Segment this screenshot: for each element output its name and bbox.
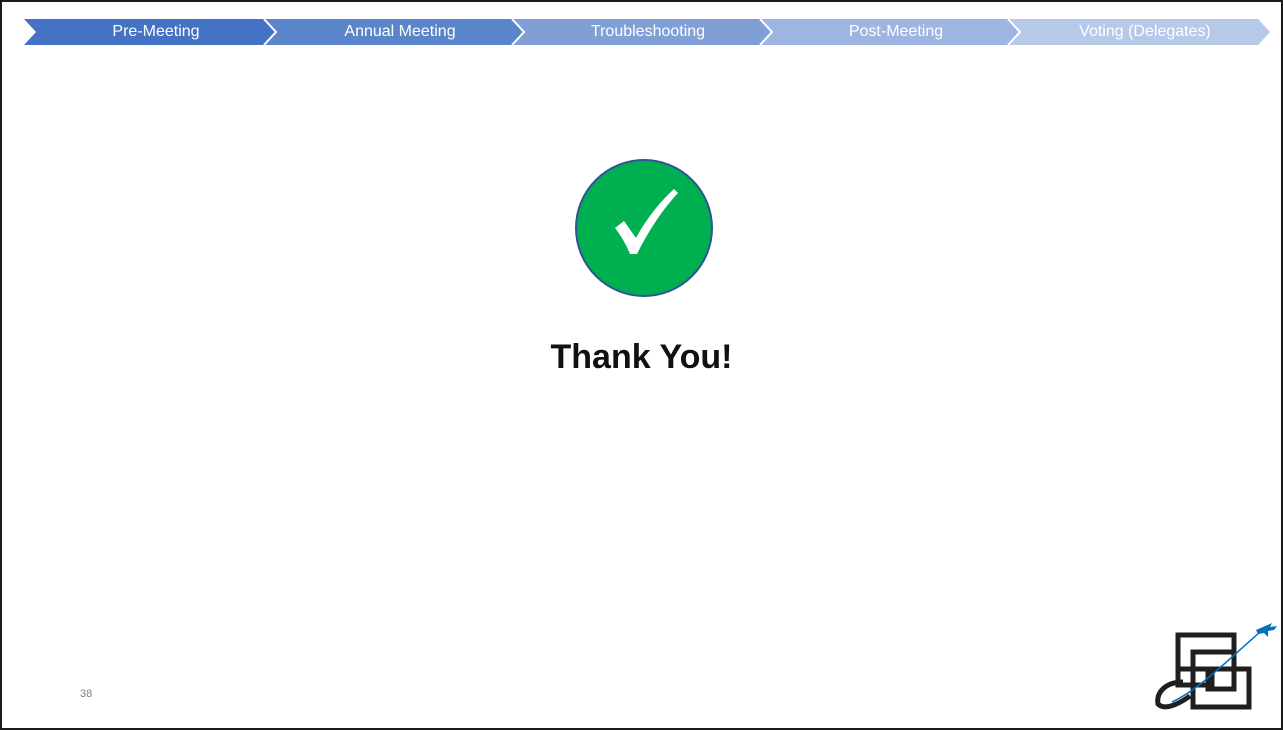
step-label-troubleshooting: Troubleshooting xyxy=(590,23,706,40)
step-label-post-meeting: Post-Meeting xyxy=(848,23,944,40)
brick-logo-with-airplane-icon xyxy=(1155,623,1277,710)
thank-you-heading: Thank You! xyxy=(550,338,733,376)
slide-number: 38 xyxy=(80,688,93,700)
process-step-bar: Pre-Meeting Annual Meeting Troubleshooti… xyxy=(2,2,1283,50)
step-label-voting: Voting (Delegates) xyxy=(1079,23,1211,40)
step-label-pre-meeting: Pre-Meeting xyxy=(112,23,200,40)
step-label-annual-meeting: Annual Meeting xyxy=(344,23,456,40)
slide: Pre-Meeting Annual Meeting Troubleshooti… xyxy=(0,0,1283,730)
checkmark-badge xyxy=(575,159,713,297)
